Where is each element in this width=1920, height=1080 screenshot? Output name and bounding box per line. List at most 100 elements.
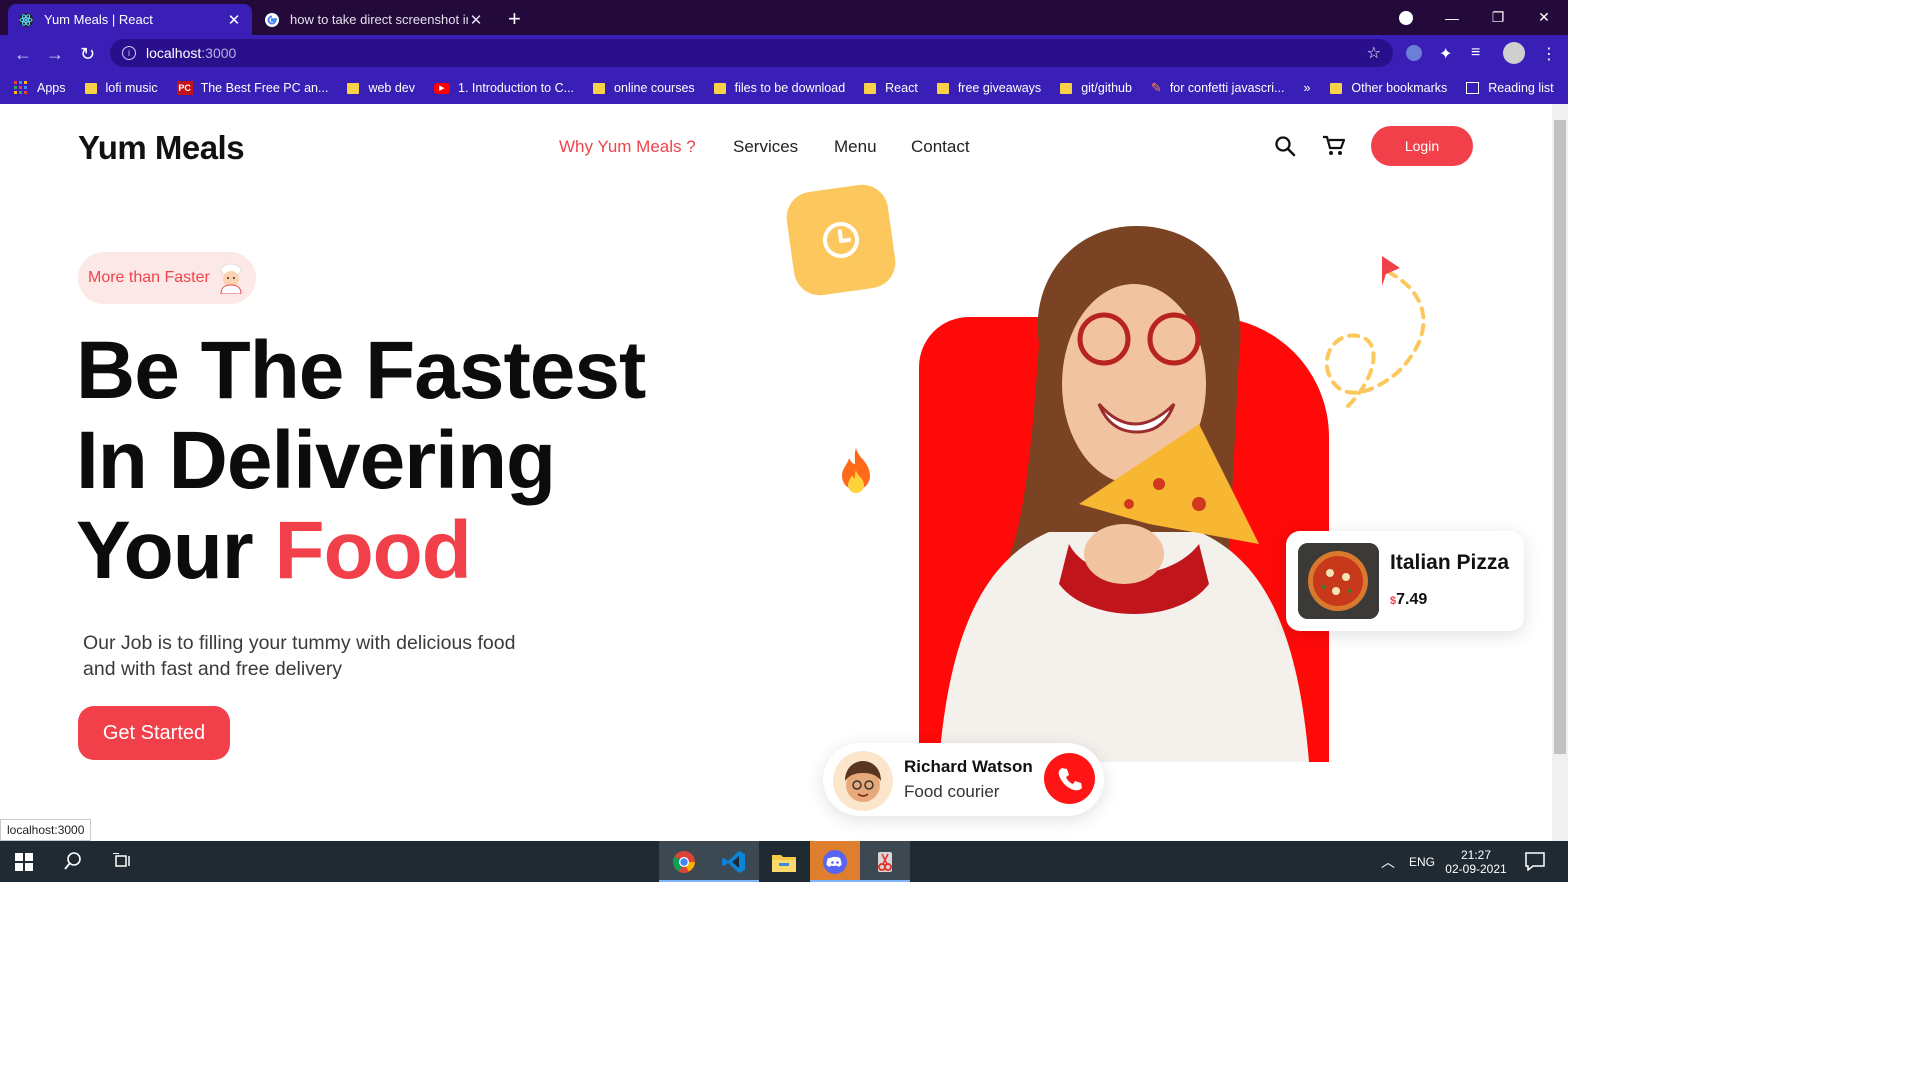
minimize-icon[interactable]: —	[1429, 0, 1475, 35]
site-logo[interactable]: Yum Meals	[78, 129, 245, 167]
profile-menu-icon[interactable]	[1383, 0, 1429, 35]
call-button[interactable]	[1044, 753, 1095, 804]
bookmark-apps[interactable]: Apps	[14, 81, 66, 95]
headline-line-2: In Delivering	[76, 415, 556, 506]
back-icon[interactable]: ←	[14, 44, 32, 65]
close-tab-icon[interactable]: ✕	[226, 11, 242, 29]
folder-icon	[1060, 82, 1073, 94]
discord-taskbar-button[interactable]	[810, 841, 860, 882]
bookmark-label: online courses	[614, 81, 695, 95]
apps-grid-icon	[14, 81, 27, 94]
bookmark-files-to-download[interactable]: files to be download	[713, 81, 846, 95]
bookmarks-overflow-button[interactable]: »	[1303, 81, 1310, 95]
clock-icon	[823, 222, 859, 258]
hero-headline: Be The Fastest In Delivering Your Food	[76, 326, 646, 596]
scrollbar-thumb[interactable]	[1554, 120, 1566, 754]
bookmark-label: Apps	[37, 81, 66, 95]
bookmark-react[interactable]: React	[864, 81, 918, 95]
folder-icon	[864, 82, 877, 94]
address-bar[interactable]: i localhost:3000 ☆	[110, 39, 1393, 67]
notifications-icon[interactable]	[1525, 852, 1545, 871]
bookmark-label: lofi music	[105, 81, 158, 95]
nav-contact[interactable]: Contact	[911, 137, 970, 157]
cart-icon[interactable]	[1322, 135, 1346, 157]
bookmark-confetti[interactable]: ✎ for confetti javascri...	[1151, 80, 1285, 96]
folder-icon	[593, 82, 606, 94]
taskbar-date: 02-09-2021	[1445, 861, 1507, 876]
site-info-icon[interactable]: i	[122, 46, 136, 60]
chrome-icon	[673, 850, 695, 873]
new-tab-button[interactable]: +	[508, 6, 521, 32]
nav-services[interactable]: Services	[733, 137, 798, 157]
chef-icon	[220, 263, 242, 294]
restore-icon[interactable]: ❐	[1475, 0, 1521, 35]
get-started-button[interactable]: Get Started	[78, 706, 230, 760]
show-hidden-icons[interactable]: ︿	[1381, 841, 1395, 882]
bookmark-introduction[interactable]: ▶ 1. Introduction to C...	[434, 81, 574, 95]
pizza-price: $7.49	[1390, 591, 1427, 609]
search-icon[interactable]	[1274, 135, 1296, 157]
close-window-icon[interactable]: ✕	[1521, 0, 1567, 35]
more-than-faster-badge: More than Faster	[78, 252, 256, 304]
more-menu-icon[interactable]: ⋮	[1541, 44, 1557, 64]
fire-icon	[842, 448, 870, 493]
headline-accent: Food	[274, 505, 471, 596]
bookmark-label: Other bookmarks	[1351, 81, 1448, 95]
pizza-name: Italian Pizza	[1390, 551, 1510, 574]
close-tab-icon[interactable]: ✕	[468, 11, 484, 29]
bookmark-star-icon[interactable]: ☆	[1367, 43, 1381, 63]
bookmark-online-courses[interactable]: online courses	[593, 81, 695, 95]
file-explorer-taskbar-button[interactable]	[759, 841, 809, 882]
language-indicator[interactable]: ENG	[1409, 841, 1435, 882]
google-icon	[265, 12, 279, 27]
avatar[interactable]	[1503, 42, 1525, 64]
dashed-arrow-decoration	[1324, 256, 1426, 408]
chrome-taskbar-button[interactable]	[659, 841, 709, 882]
reload-icon[interactable]: ↻	[80, 44, 95, 65]
vscode-icon	[722, 850, 745, 873]
tab-title: Yum Meals | React	[44, 12, 153, 27]
extension-cursor-icon[interactable]	[1406, 45, 1422, 61]
bookmark-best-free-pc[interactable]: PC The Best Free PC an...	[176, 81, 328, 95]
tab-yum-meals[interactable]: Yum Meals | React ✕	[8, 4, 252, 35]
taskbar-time: 21:27	[1460, 847, 1492, 862]
snipping-tool-icon	[878, 851, 892, 872]
windows-start-icon[interactable]	[15, 853, 33, 871]
discord-icon	[823, 849, 847, 874]
url-port: :3000	[201, 45, 237, 61]
reading-list-icon	[1466, 82, 1480, 94]
bookmark-other-bookmarks[interactable]: Other bookmarks	[1330, 81, 1447, 95]
nav-menu[interactable]: Menu	[834, 137, 877, 157]
tab-screenshot-search[interactable]: how to take direct screenshot in ✕	[254, 4, 494, 35]
vscode-taskbar-button[interactable]	[709, 841, 759, 882]
clock-badge	[783, 181, 899, 299]
site-icon: ✎	[1150, 80, 1162, 95]
extensions-puzzle-icon[interactable]: ✦	[1439, 44, 1452, 64]
bookmark-free-giveaways[interactable]: free giveaways	[936, 81, 1042, 95]
web-page: Yum Meals Why Yum Meals ? Services Menu …	[0, 104, 1552, 841]
bookmark-label: 1. Introduction to C...	[458, 81, 575, 95]
bookmark-git-github[interactable]: git/github	[1060, 81, 1132, 95]
hero-subtitle: Our Job is to filling your tummy with de…	[83, 632, 516, 680]
pc-site-icon: PC	[176, 81, 193, 95]
snip-tool-taskbar-button[interactable]	[860, 841, 910, 882]
courier-role: Food courier	[904, 782, 1000, 801]
bookmark-web-dev[interactable]: web dev	[347, 81, 415, 95]
bookmark-label: files to be download	[734, 81, 846, 95]
login-button[interactable]: Login	[1371, 126, 1473, 166]
forward-icon[interactable]: →	[46, 44, 64, 65]
react-icon	[19, 12, 33, 27]
phone-icon	[1058, 767, 1082, 790]
bookmarks-bar: Apps lofi music PC The Best Free PC an...…	[0, 72, 1568, 104]
task-view-icon[interactable]	[113, 853, 131, 869]
search-taskbar-icon[interactable]	[64, 852, 82, 870]
reading-list-button[interactable]: Reading list	[1466, 81, 1554, 95]
nav-why-yum-meals[interactable]: Why Yum Meals ?	[559, 137, 696, 157]
clock-area[interactable]: 21:27 02-09-2021	[1444, 841, 1508, 882]
bookmark-lofi-music[interactable]: lofi music	[84, 81, 158, 95]
price-value: 7.49	[1396, 591, 1428, 608]
bookmark-label: free giveaways	[957, 81, 1042, 95]
headline-prefix: Your	[76, 505, 275, 596]
italian-pizza-card[interactable]: Italian Pizza $7.49	[1286, 531, 1524, 631]
media-queue-icon[interactable]: ≡	[1471, 44, 1480, 62]
